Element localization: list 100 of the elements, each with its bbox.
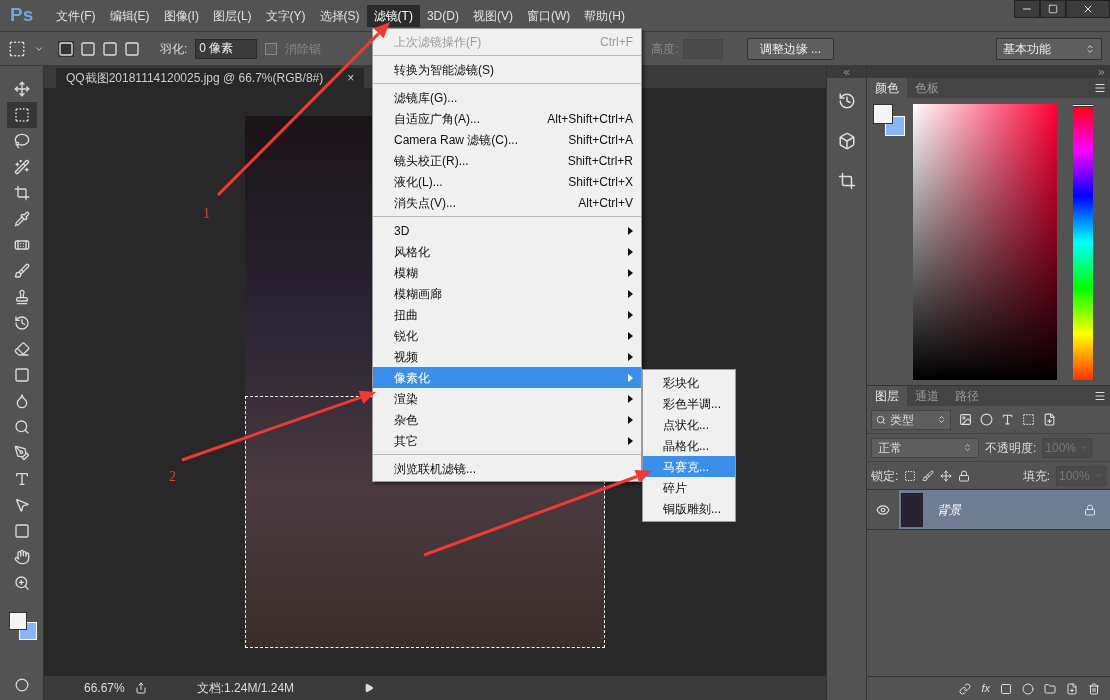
minimize-button[interactable] [1014, 0, 1040, 18]
trash-icon[interactable] [1088, 682, 1100, 695]
stamp-icon[interactable] [13, 289, 30, 305]
new-layer-icon[interactable] [1066, 682, 1078, 695]
folder-icon[interactable] [1044, 682, 1056, 695]
menu-item[interactable]: 浏览联机滤镜... [373, 458, 641, 479]
move-icon[interactable] [940, 469, 953, 482]
effects-button[interactable]: fx [981, 680, 990, 697]
marquee-icon[interactable] [13, 107, 30, 123]
move-icon[interactable] [13, 81, 30, 97]
intersect-selection-icon[interactable] [124, 40, 140, 57]
menu-item[interactable]: 晶格化... [643, 435, 735, 456]
close-tab-icon[interactable]: × [347, 69, 355, 87]
menu-item[interactable]: 转换为智能滤镜(S) [373, 59, 641, 80]
menu-item[interactable]: 碎片 [643, 477, 735, 498]
menu-item[interactable]: 彩色半调... [643, 393, 735, 414]
menu-item[interactable]: 点状化... [643, 414, 735, 435]
menu-item[interactable]: 其它 [373, 430, 641, 451]
share-icon[interactable] [134, 682, 147, 694]
menu[interactable]: 文件(F) [49, 4, 103, 27]
menu-item[interactable]: 消失点(V)... Alt+Ctrl+V [373, 192, 641, 213]
menu[interactable]: 图层(L) [205, 4, 259, 27]
layer-filter-dropdown[interactable]: 类型 [871, 409, 951, 430]
circle-icon[interactable] [980, 413, 993, 426]
color-field[interactable] [913, 104, 1057, 380]
workspace-dropdown[interactable]: 基本功能 [996, 37, 1102, 60]
quick-mask-icon[interactable] [14, 678, 29, 692]
image-icon[interactable] [959, 413, 972, 426]
menu-item[interactable]: 锐化 [373, 325, 641, 346]
smart-object-icon[interactable] [1043, 413, 1056, 426]
expand-icon[interactable] [1097, 67, 1106, 77]
feather-field[interactable]: 0 像素 [195, 38, 258, 59]
menu-item[interactable]: 自适应广角(A)... Alt+Shift+Ctrl+A [373, 108, 641, 129]
pointer-icon[interactable] [13, 497, 30, 513]
type-icon[interactable] [1001, 413, 1014, 426]
menu-item[interactable]: 3D [373, 220, 641, 241]
hue-slider[interactable] [1073, 104, 1093, 380]
color-swatches-icon[interactable] [873, 104, 907, 138]
document-tab[interactable]: QQ截图20181114120025.jpg @ 66.7%(RGB/8#) × [56, 68, 365, 88]
crop-icon[interactable] [13, 185, 30, 201]
history-panel-icon[interactable] [837, 92, 856, 110]
add-selection-icon[interactable] [80, 40, 96, 57]
subtract-selection-icon[interactable] [102, 40, 118, 57]
panel-menu-icon[interactable] [1094, 390, 1106, 402]
menu-item[interactable]: 滤镜库(G)... [373, 87, 641, 108]
zoom-icon[interactable] [13, 575, 30, 591]
menu-item[interactable]: 杂色 [373, 409, 641, 430]
eraser-icon[interactable] [13, 341, 30, 357]
panel-tab[interactable]: 图层 [867, 386, 907, 406]
color-swatches-icon[interactable] [6, 610, 37, 642]
hand-icon[interactable] [13, 549, 30, 565]
menu[interactable]: 文字(Y) [258, 4, 313, 27]
bandage-icon[interactable] [13, 237, 30, 253]
menu-item[interactable]: 铜版雕刻... [643, 498, 735, 519]
link-icon[interactable] [959, 682, 972, 695]
cube-icon[interactable] [837, 132, 856, 150]
menu[interactable]: 图像(I) [156, 4, 206, 27]
menu[interactable]: 视图(V) [465, 4, 520, 27]
mask-icon[interactable] [1000, 682, 1012, 695]
shape-icon[interactable] [1022, 413, 1035, 426]
menu[interactable]: 滤镜(T) [366, 4, 420, 27]
new-selection-icon[interactable] [58, 40, 74, 57]
lock-icon[interactable] [958, 469, 971, 482]
refine-edge-button[interactable]: 调整边缘 ... [746, 37, 835, 60]
hue-slider-thumb[interactable] [1073, 104, 1093, 107]
menu[interactable]: 编辑(E) [102, 4, 157, 27]
adjustment-icon[interactable] [1022, 682, 1034, 695]
menu-item[interactable]: 风格化 [373, 241, 641, 262]
menu[interactable]: 选择(S) [312, 4, 367, 27]
maximize-button[interactable] [1040, 0, 1066, 18]
menu-item[interactable]: 渲染 [373, 388, 641, 409]
menu-item[interactable]: 视频 [373, 346, 641, 367]
collapse-icon[interactable] [842, 67, 851, 77]
menu-item[interactable]: 彩块化 [643, 372, 735, 393]
menu-item[interactable]: 模糊画廊 [373, 283, 641, 304]
panel-tab[interactable]: 颜色 [867, 78, 907, 98]
type-icon[interactable] [13, 471, 30, 487]
menu[interactable]: 帮助(H) [577, 4, 632, 27]
history-brush-icon[interactable] [13, 315, 30, 331]
layer-row[interactable]: 背景 [899, 490, 1110, 529]
panel-menu-icon[interactable] [1094, 82, 1106, 94]
lasso-icon[interactable] [13, 133, 30, 149]
menu[interactable]: 3D(D) [419, 4, 466, 27]
menu-item[interactable]: 液化(L)... Shift+Ctrl+X [373, 171, 641, 192]
marquee-preset-icon[interactable] [8, 39, 26, 58]
menu-item[interactable]: 扭曲 [373, 304, 641, 325]
brush-icon[interactable] [922, 469, 935, 482]
checkbox[interactable] [265, 42, 278, 55]
menu[interactable]: 窗口(W) [519, 4, 578, 27]
eyedropper-icon[interactable] [13, 211, 30, 227]
brush-icon[interactable] [13, 263, 30, 279]
visibility-eye-icon[interactable] [876, 502, 890, 517]
menu-item[interactable]: 镜头校正(R)... Shift+Ctrl+R [373, 150, 641, 171]
rectangle-icon[interactable] [13, 523, 30, 539]
blend-mode-dropdown[interactable]: 正常 [871, 437, 979, 458]
menu-item[interactable]: Camera Raw 滤镜(C)... Shift+Ctrl+A [373, 129, 641, 150]
expand-arrow-icon[interactable] [364, 683, 375, 693]
wand-icon[interactable] [13, 159, 30, 175]
pen-icon[interactable] [13, 445, 30, 461]
menu-item[interactable]: 模糊 [373, 262, 641, 283]
